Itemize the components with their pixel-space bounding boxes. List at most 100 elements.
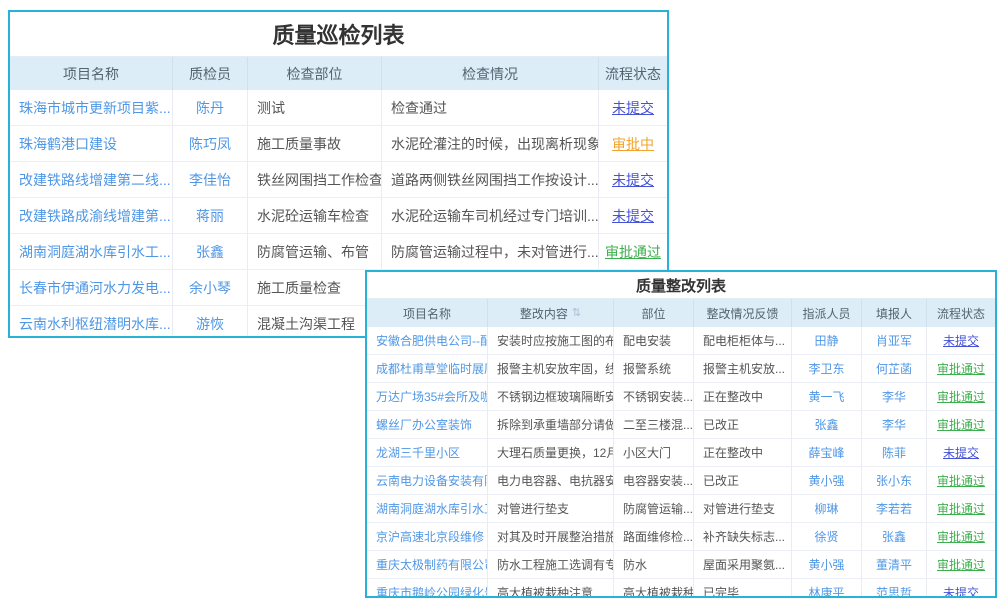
status-badge[interactable]: 审批通过 [937,388,985,405]
reporter-link[interactable]: 陈菲 [882,444,906,461]
column-header-1: 项目名称 [367,299,488,327]
project-link[interactable]: 湖南洞庭湖水库引水工... [19,242,171,262]
project-cell: 湖南洞庭湖水库引水工... [10,234,173,269]
project-link[interactable]: 长春市伊通河水力发电... [19,278,171,298]
assignee-cell: 徐贤 [792,523,862,550]
project-link[interactable]: 成都杜甫草堂临时展厅独立展... [376,360,488,377]
project-link[interactable]: 万达广场35#会所及咖啡厅空... [376,388,488,405]
content-cell: 电力电容器、电抗器安装方案... [488,467,614,494]
project-link[interactable]: 螺丝厂办公室装饰 [376,416,472,433]
feedback-text: 正在整改中 [703,444,763,461]
status-cell: 未提交 [599,198,667,233]
reporter-link[interactable]: 张鑫 [882,528,906,545]
assignee-link[interactable]: 李卫东 [808,360,844,377]
status-badge[interactable]: 审批通过 [937,472,985,489]
status-badge[interactable]: 审批中 [612,134,654,154]
part-cell: 施工质量事故 [248,126,382,161]
content-text: 对其及时开展整治措施，桥头... [497,528,614,545]
inspector-link[interactable]: 陈巧凤 [189,134,231,154]
reporter-link[interactable]: 李若若 [876,500,912,517]
table-row: 珠海鹤港口建设陈巧凤施工质量事故水泥砼灌注的时候，出现离析现象审批中 [10,126,667,162]
project-link[interactable]: 改建铁路成渝线增建第... [19,206,171,226]
project-cell: 改建铁路线增建第二线... [10,162,173,197]
part-text: 防水 [623,556,647,573]
project-cell: 云南电力设备安装有限公司20... [367,467,488,494]
status-badge[interactable]: 审批通过 [937,500,985,517]
assignee-link[interactable]: 黄一飞 [808,388,844,405]
assignee-link[interactable]: 薛宝峰 [808,444,844,461]
table-row: 成都杜甫草堂临时展厅独立展...报警主机安放牢固，线缆连接...报警系统报警主机… [367,355,995,383]
content-cell: 不锈钢边框玻璃隔断安装不牢... [488,383,614,410]
content-text: 安装时应按施工图的布置，将... [497,332,614,349]
assignee-link[interactable]: 田静 [814,332,838,349]
column-header-3: 部位 [614,299,694,327]
part-cell: 测试 [248,90,382,125]
assignee-link[interactable]: 黄小强 [808,556,844,573]
project-link[interactable]: 云南电力设备安装有限公司20... [376,472,488,489]
column-header-label: 填报人 [876,305,912,322]
part-cell: 不锈钢安装... [614,383,694,410]
reporter-link[interactable]: 董清平 [876,556,912,573]
status-badge[interactable]: 审批通过 [937,528,985,545]
part-text: 防腐管运输、布管 [257,242,369,262]
reporter-link[interactable]: 李华 [882,388,906,405]
reporter-link[interactable]: 肖亚军 [876,332,912,349]
assignee-link[interactable]: 张鑫 [814,416,838,433]
reporter-cell: 张小东 [862,467,927,494]
assignee-link[interactable]: 柳琳 [814,500,838,517]
inspector-link[interactable]: 余小琴 [189,278,231,298]
project-link[interactable]: 安徽合肥供电公司--配电设备... [376,332,488,349]
project-link[interactable]: 珠海鹤港口建设 [19,134,117,154]
part-cell: 二至三楼混... [614,411,694,438]
status-badge[interactable]: 未提交 [943,332,979,349]
assignee-cell: 黄一飞 [792,383,862,410]
inspector-link[interactable]: 李佳怡 [189,170,231,190]
table-row: 云南电力设备安装有限公司20...电力电容器、电抗器安装方案...电容器安装..… [367,467,995,495]
feedback-text: 配电柜柜体与... [703,332,785,349]
content-cell: 报警主机安放牢固，线缆连接... [488,355,614,382]
reporter-link[interactable]: 李华 [882,416,906,433]
status-badge[interactable]: 审批通过 [605,242,661,262]
part-text: 配电安装 [623,332,671,349]
rectification-table-body: 安徽合肥供电公司--配电设备... 安装时应按施工图的布置，将... 配电安装 配电柜… [367,327,995,598]
part-text: 水泥砼运输车检查 [257,206,369,226]
project-link[interactable]: 珠海市城市更新项目紫... [19,98,171,118]
reporter-link[interactable]: 张小东 [876,472,912,489]
table-row: 改建铁路线增建第二线...李佳怡铁丝网围挡工作检查道路两侧铁丝网围挡工作按设计.… [10,162,667,198]
column-header-4: 检查情况 [382,57,599,90]
assignee-cell: 黄小强 [792,467,862,494]
inspector-link[interactable]: 游恢 [196,314,224,334]
project-link[interactable]: 重庆市鹅岭公园绿化景观提升... [376,584,488,598]
column-header-7: 流程状态 [927,299,995,327]
project-link[interactable]: 云南水利枢纽潜明水库... [19,314,171,334]
status-badge[interactable]: 审批通过 [937,416,985,433]
project-link[interactable]: 龙湖三千里小区 [376,444,460,461]
status-badge[interactable]: 未提交 [943,584,979,598]
column-header-label: 质检员 [189,64,231,84]
project-cell: 改建铁路成渝线增建第... [10,198,173,233]
assignee-link[interactable]: 徐贤 [814,528,838,545]
column-header-label: 检查情况 [462,64,518,84]
table-row: 京沪高速北京段维修对其及时开展整治措施，桥头...路面维修检...补齐缺失标志.… [367,523,995,551]
status-badge[interactable]: 未提交 [612,98,654,118]
project-link[interactable]: 湖南洞庭湖水库引水工程施工I标 [376,500,488,517]
status-badge[interactable]: 未提交 [612,170,654,190]
situation-cell: 道路两侧铁丝网围挡工作按设计... [382,162,599,197]
project-link[interactable]: 京沪高速北京段维修 [376,528,484,545]
assignee-link[interactable]: 黄小强 [808,472,844,489]
inspector-link[interactable]: 陈丹 [196,98,224,118]
status-badge[interactable]: 审批通过 [937,360,985,377]
status-badge[interactable]: 未提交 [943,444,979,461]
sort-icon[interactable]: ⇅ [572,308,581,319]
status-badge[interactable]: 审批通过 [937,556,985,573]
column-header-5: 指派人员 [792,299,862,327]
feedback-text: 对管进行垫支 [703,500,775,517]
inspector-link[interactable]: 蒋丽 [196,206,224,226]
project-link[interactable]: 改建铁路线增建第二线... [19,170,171,190]
assignee-link[interactable]: 林康平 [808,584,844,598]
project-link[interactable]: 重庆太极制药有限公司亳州中... [376,556,488,573]
reporter-link[interactable]: 范思哲 [876,584,912,598]
status-badge[interactable]: 未提交 [612,206,654,226]
inspector-link[interactable]: 张鑫 [196,242,224,262]
reporter-link[interactable]: 何芷菡 [876,360,912,377]
